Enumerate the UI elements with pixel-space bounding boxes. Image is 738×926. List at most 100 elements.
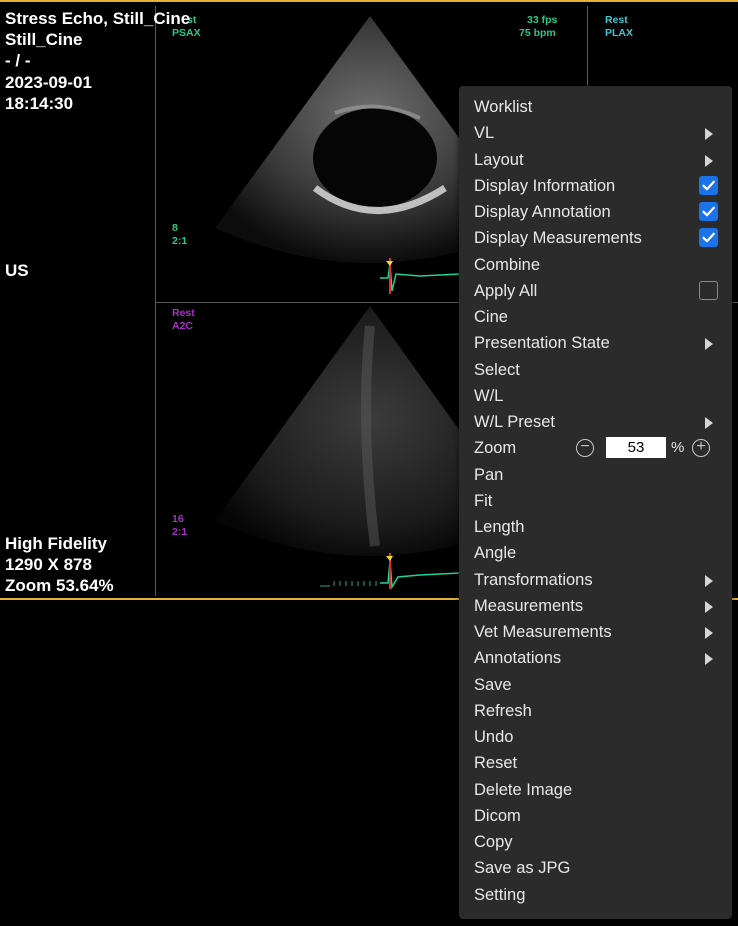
menu-item-combine[interactable]: Combine bbox=[474, 252, 718, 278]
submenu-arrow-icon bbox=[705, 574, 713, 587]
study-date: 2023-09-01 bbox=[5, 73, 92, 92]
menu-item-label: Setting bbox=[474, 885, 526, 904]
menu-item-cine[interactable]: Cine bbox=[474, 304, 718, 330]
menu-item-delete-image[interactable]: Delete Image bbox=[474, 777, 718, 803]
menu-item-label: Zoom bbox=[474, 439, 517, 458]
panel-stage-label: Rest bbox=[172, 307, 195, 319]
panel-stage-label: Rest bbox=[605, 14, 628, 26]
menu-item-label: Apply All bbox=[474, 281, 538, 300]
menu-item-label: Fit bbox=[474, 491, 493, 510]
menu-item-display-measurements[interactable]: Display Measurements bbox=[474, 225, 718, 251]
menu-item-label: W/L bbox=[474, 386, 504, 405]
menu-item-display-information[interactable]: Display Information bbox=[474, 173, 718, 199]
menu-item-save-as-jpg[interactable]: Save as JPG bbox=[474, 855, 718, 881]
submenu-arrow-icon bbox=[705, 627, 713, 639]
menu-item-refresh[interactable]: Refresh bbox=[474, 698, 718, 724]
menu-item-annotations[interactable]: Annotations bbox=[474, 645, 718, 671]
checkmark-icon bbox=[702, 206, 715, 217]
submenu-arrow-icon bbox=[705, 338, 713, 351]
context-menu: Worklist VL Layout Display Information Displ… bbox=[459, 86, 732, 919]
frame-number-label: 8 bbox=[172, 222, 178, 234]
frame-number-label: 16 bbox=[172, 513, 184, 525]
checkmark-icon bbox=[702, 180, 715, 191]
menu-item-worklist[interactable]: Worklist bbox=[474, 94, 718, 120]
menu-item-w-l-preset[interactable]: W/L Preset bbox=[474, 409, 718, 435]
menu-item-label: Pan bbox=[474, 465, 504, 484]
panel-view-label: A2C bbox=[172, 320, 194, 332]
menu-item-select[interactable]: Select bbox=[474, 357, 718, 383]
checkbox[interactable] bbox=[699, 228, 718, 248]
menu-item-label: Display Annotation bbox=[474, 203, 611, 221]
menu-item-label: Dicom bbox=[474, 806, 521, 825]
menu-item-angle[interactable]: Angle bbox=[474, 540, 718, 566]
image-dimensions: 1290 X 878 bbox=[5, 555, 92, 574]
study-time: 18:14:30 bbox=[5, 94, 74, 113]
menu-item-reset[interactable]: Reset bbox=[474, 750, 718, 776]
submenu-arrow-icon bbox=[705, 600, 713, 613]
ecg-trace-bottom bbox=[320, 553, 460, 590]
zoom-control: −% + bbox=[576, 435, 716, 461]
zoom-unit-label: % bbox=[671, 439, 685, 457]
submenu-arrow-icon bbox=[705, 128, 713, 141]
zoom-level-label: Zoom 53.64% bbox=[5, 576, 114, 595]
menu-item-label: Select bbox=[474, 360, 520, 379]
menu-item-label: Presentation State bbox=[474, 334, 610, 353]
menu-item-label: Combine bbox=[474, 255, 541, 274]
menu-item-display-annotation[interactable]: Display Annotation bbox=[474, 199, 718, 225]
menu-item-fit[interactable]: Fit bbox=[474, 488, 718, 514]
fps-label: 33 fps bbox=[527, 14, 558, 26]
menu-item-zoom[interactable]: Zoom −% + bbox=[474, 435, 718, 461]
submenu-arrow-icon bbox=[705, 417, 713, 429]
menu-item-vl[interactable]: VL bbox=[474, 120, 718, 146]
menu-item-label: Delete Image bbox=[474, 780, 573, 799]
zoom-in-icon[interactable]: + bbox=[692, 439, 710, 458]
menu-item-apply-all[interactable]: Apply All bbox=[474, 278, 718, 304]
checkmark-icon bbox=[702, 232, 715, 243]
menu-item-label: Refresh bbox=[474, 701, 532, 720]
menu-item-label: Save as JPG bbox=[474, 859, 571, 878]
menu-item-label: Layout bbox=[474, 150, 524, 169]
menu-item-save[interactable]: Save bbox=[474, 672, 718, 698]
series-name: Still_Cine bbox=[5, 30, 83, 49]
checkbox[interactable] bbox=[699, 280, 718, 300]
menu-item-label: Save bbox=[474, 675, 512, 694]
menu-item-layout[interactable]: Layout bbox=[474, 147, 718, 173]
menu-item-presentation-state[interactable]: Presentation State bbox=[474, 330, 718, 356]
menu-item-pan[interactable]: Pan bbox=[474, 462, 718, 488]
menu-item-label: W/L Preset bbox=[474, 413, 555, 431]
study-title: Stress Echo, Still_Cine bbox=[5, 9, 191, 28]
menu-item-transformations[interactable]: Transformations bbox=[474, 567, 718, 593]
submenu-arrow-icon bbox=[705, 653, 713, 666]
menu-item-measurements[interactable]: Measurements bbox=[474, 593, 718, 619]
menu-item-label: Copy bbox=[474, 833, 513, 851]
panel-view-label: PLAX bbox=[605, 27, 634, 39]
panel-divider-vertical-left bbox=[155, 6, 156, 596]
menu-item-undo[interactable]: Undo bbox=[474, 724, 718, 750]
menu-item-label: Cine bbox=[474, 308, 508, 326]
checkbox[interactable] bbox=[699, 175, 718, 195]
menu-item-label: Undo bbox=[474, 728, 514, 746]
zoom-input[interactable] bbox=[606, 437, 666, 459]
menu-item-label: Length bbox=[474, 518, 525, 536]
menu-item-vet-measurements[interactable]: Vet Measurements bbox=[474, 619, 718, 645]
menu-item-label: Transformations bbox=[474, 570, 593, 589]
menu-item-label: Reset bbox=[474, 754, 518, 773]
menu-item-label: Annotations bbox=[474, 649, 562, 668]
menu-item-label: Display Measurements bbox=[474, 229, 642, 248]
submenu-arrow-icon bbox=[705, 154, 713, 167]
checkbox[interactable] bbox=[699, 202, 718, 221]
zoom-out-icon[interactable]: − bbox=[576, 439, 594, 458]
menu-item-setting[interactable]: Setting bbox=[474, 882, 718, 908]
menu-item-label: Angle bbox=[474, 544, 517, 563]
menu-item-copy[interactable]: Copy bbox=[474, 829, 718, 855]
ratio-label: 2:1 bbox=[172, 235, 188, 247]
menu-item-label: Vet Measurements bbox=[474, 623, 612, 641]
menu-item-w-l[interactable]: W/L bbox=[474, 383, 718, 409]
menu-item-dicom[interactable]: Dicom bbox=[474, 803, 718, 829]
menu-item-length[interactable]: Length bbox=[474, 514, 718, 540]
menu-item-label: VL bbox=[474, 124, 495, 143]
bpm-label: 75 bpm bbox=[519, 27, 556, 39]
menu-item-label: Display Information bbox=[474, 176, 616, 195]
menu-item-label: Worklist bbox=[474, 98, 533, 116]
ratio-label: 2:1 bbox=[172, 526, 188, 538]
